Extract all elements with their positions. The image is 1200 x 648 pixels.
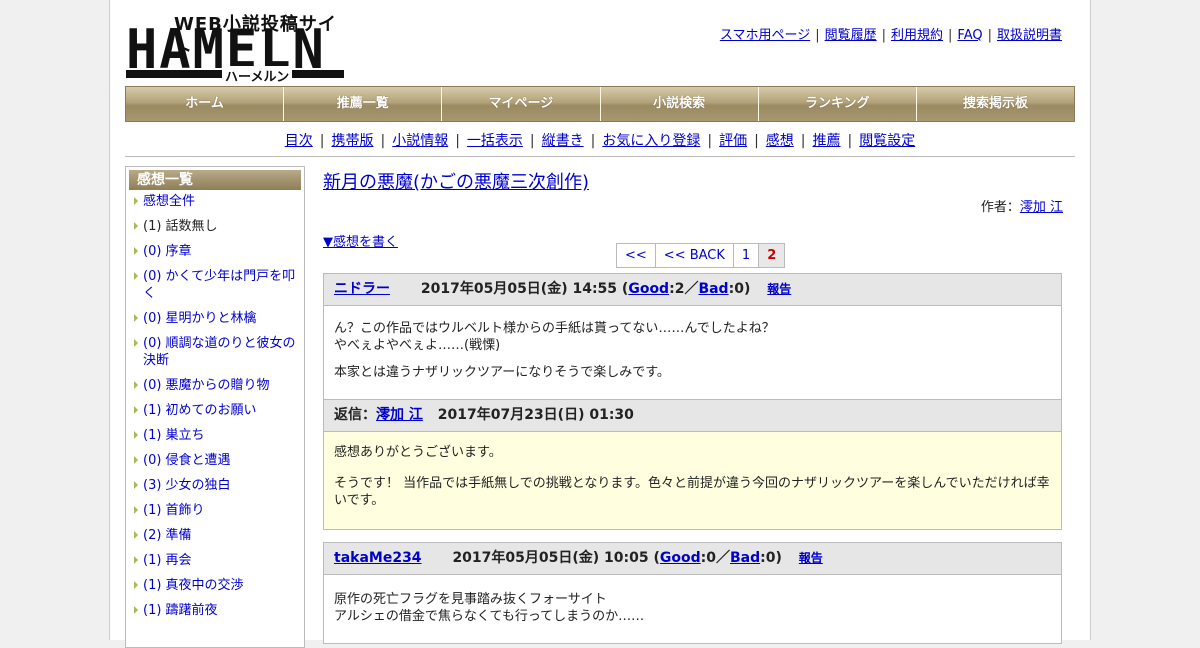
sidebar-item[interactable]: (1) 躊躇前夜	[134, 602, 296, 619]
sidebar-title: 感想一覧	[129, 170, 301, 190]
page-container: WEB小説投稿サイト HAMELN ハーメルン スマホ用ページ | 閲覧履歴 | 利用規…	[109, 0, 1091, 648]
nav-home[interactable]: ホーム	[126, 87, 285, 121]
sidebar-item[interactable]: (1) 初めてのお願い	[134, 402, 296, 419]
sidebar-item[interactable]: (1) 巣立ち	[134, 427, 296, 444]
comment-line: アルシェの借金で焦らなくても行ってしまうのか……	[334, 609, 645, 624]
reply-label: 返信：	[334, 407, 376, 423]
comment-line: やべぇよやべぇよ……(戦慄)	[334, 338, 501, 353]
author-link[interactable]: 澪加 江	[1020, 200, 1063, 215]
sub-nav: 目次 | 携帯版 | 小説情報 | 一括表示 | 縦書き | お気に入り登録 | 評価 | 感想 | 推薦 | 閲覧…	[284, 133, 916, 149]
nav-search[interactable]: 小説検索	[600, 87, 759, 121]
good-link[interactable]: Good	[628, 281, 669, 297]
nav-board[interactable]: 捜索掲示板	[916, 87, 1075, 121]
nav-recommendations[interactable]: 推薦一覧	[284, 87, 443, 121]
bad-link[interactable]: Bad	[730, 550, 760, 566]
main-nav: ホーム 推薦一覧 マイページ 小説検索 ランキング 捜索掲示板	[125, 86, 1075, 122]
subnav-info[interactable]: 小説情報	[392, 133, 448, 149]
subnav-favorite[interactable]: お気に入り登録	[602, 133, 700, 149]
pagination: << << BACK 1 2	[616, 243, 786, 268]
sidebar-list: 感想全件 (1) 話数無し (0) 序章 (0) かくて少年は門戸を叩く (0)…	[126, 193, 304, 619]
sidebar-item[interactable]: (0) 侵食と遭遇	[134, 452, 296, 469]
subnav-vertical[interactable]: 縦書き	[542, 133, 584, 149]
comment-vote: (Good:0／Bad:0)	[653, 550, 782, 566]
comment-header: takaMe234 2017年05月05日(金) 10:05 (Good:0／B…	[324, 543, 1061, 575]
logo-kana: ハーメルン	[222, 66, 293, 85]
author-line: 作者：澪加 江	[323, 196, 1063, 215]
page-current: 2	[759, 244, 785, 267]
subnav-mobile[interactable]: 携帯版	[331, 133, 373, 149]
subnav-comments[interactable]: 感想	[766, 133, 794, 149]
sidebar-item[interactable]: (0) 悪魔からの贈り物	[134, 377, 296, 394]
reply-user-link[interactable]: 澪加 江	[376, 407, 423, 423]
author-label: 作者：	[980, 200, 1020, 215]
bad-count: 0	[765, 550, 776, 566]
report-link[interactable]: 報告	[767, 282, 791, 296]
good-count: 2	[674, 281, 685, 297]
link-faq[interactable]: FAQ	[957, 28, 982, 43]
novel-title-link[interactable]: 新月の悪魔(かごの悪魔三次創作)	[323, 168, 1063, 194]
sidebar-item[interactable]: (0) 順調な道のりと彼女の決断	[134, 335, 296, 369]
reply-line: そうです！ 当作品では手紙無しでの挑戦となります。色々と前提が違う今回のナザリッ…	[334, 476, 1050, 508]
comment-date: 2017年05月05日(金) 14:55	[420, 281, 618, 297]
comment-card: ニドラー 2017年05月05日(金) 14:55 (Good:2／Bad:0)…	[323, 273, 1062, 530]
sidebar-item-current: (1) 話数無し	[134, 218, 296, 235]
subnav-toc[interactable]: 目次	[285, 133, 313, 149]
subnav-recommend[interactable]: 推薦	[813, 133, 841, 149]
comment-date: 2017年05月05日(金) 10:05	[452, 550, 649, 566]
page-1[interactable]: 1	[733, 244, 760, 267]
link-manual[interactable]: 取扱説明書	[997, 28, 1062, 43]
sidebar-item[interactable]: (0) 星明かりと林檎	[134, 310, 296, 327]
write-comment-link[interactable]: ▼感想を書く	[323, 235, 398, 250]
good-link[interactable]: Good	[660, 550, 701, 566]
comment-card: takaMe234 2017年05月05日(金) 10:05 (Good:0／B…	[323, 542, 1062, 644]
top-links: スマホ用ページ | 閲覧履歴 | 利用規約 | FAQ | 取扱説明書	[719, 28, 1062, 43]
site-logo[interactable]: WEB小説投稿サイト HAMELN ハーメルン	[126, 10, 346, 85]
reply-date: 2017年07月23日(日) 01:30	[437, 407, 634, 423]
link-terms[interactable]: 利用規約	[891, 28, 943, 43]
sidebar-item[interactable]: (1) 真夜中の交渉	[134, 577, 296, 594]
comment-line: 本家とは違うナザリックツアーになりそうで楽しみです。	[334, 365, 670, 380]
reply-body: 感想ありがとうございます。 そうです！ 当作品では手紙無しでの挑戦となります。色…	[324, 432, 1061, 529]
subnav-settings[interactable]: 閲覧設定	[859, 133, 915, 149]
sidebar-item[interactable]: (0) 序章	[134, 243, 296, 260]
sidebar-item[interactable]: (3) 少女の独白	[134, 477, 296, 494]
comment-line: 原作の死亡フラグを見事踏み抜くフォーサイト	[334, 592, 607, 607]
comment-header: ニドラー 2017年05月05日(金) 14:55 (Good:2／Bad:0)…	[324, 274, 1061, 306]
comment-body: 原作の死亡フラグを見事踏み抜くフォーサイト アルシェの借金で焦らなくても行ってし…	[324, 575, 1061, 643]
bad-count: 0	[734, 281, 744, 297]
good-count: 0	[706, 550, 716, 566]
link-smartphone[interactable]: スマホ用ページ	[720, 28, 810, 43]
comment-user-link[interactable]: takaMe234	[334, 550, 422, 566]
comment-line: ん？この作品ではウルベルト様からの手紙は貰ってない……んでしたよね？	[334, 321, 775, 336]
bad-link[interactable]: Bad	[698, 281, 728, 297]
sidebar-item[interactable]: (1) 首飾り	[134, 502, 296, 519]
comment-vote: (Good:2／Bad:0)	[621, 281, 751, 297]
nav-mypage[interactable]: マイページ	[442, 87, 601, 121]
report-link[interactable]: 報告	[799, 551, 823, 565]
main-content: 新月の悪魔(かごの悪魔三次創作) 作者：澪加 江 ▼感想を書く << << BA…	[323, 166, 1063, 644]
link-history[interactable]: 閲覧履歴	[825, 28, 877, 43]
subnav-rating[interactable]: 評価	[719, 133, 747, 149]
sidebar-item[interactable]: (2) 準備	[134, 527, 296, 544]
nav-ranking[interactable]: ランキング	[758, 87, 917, 121]
sidebar-item[interactable]: (0) かくて少年は門戸を叩く	[134, 268, 296, 302]
page-back[interactable]: << BACK	[655, 244, 734, 267]
sidebar-item[interactable]: (1) 再会	[134, 552, 296, 569]
sidebar-item[interactable]: 感想全件	[134, 193, 296, 210]
sidebar: 感想一覧 感想全件 (1) 話数無し (0) 序章 (0) かくて少年は門戸を叩…	[125, 166, 305, 648]
divider	[125, 156, 1075, 157]
reply-header: 返信：澪加 江 2017年07月23日(日) 01:30	[324, 399, 1061, 432]
reply-line: 感想ありがとうございます。	[334, 445, 502, 460]
subnav-all[interactable]: 一括表示	[467, 133, 523, 149]
comment-user-link[interactable]: ニドラー	[334, 281, 390, 297]
page-first[interactable]: <<	[617, 244, 656, 267]
comment-body: ん？この作品ではウルベルト様からの手紙は貰ってない……んでしたよね？ やべぇよや…	[324, 306, 1061, 399]
